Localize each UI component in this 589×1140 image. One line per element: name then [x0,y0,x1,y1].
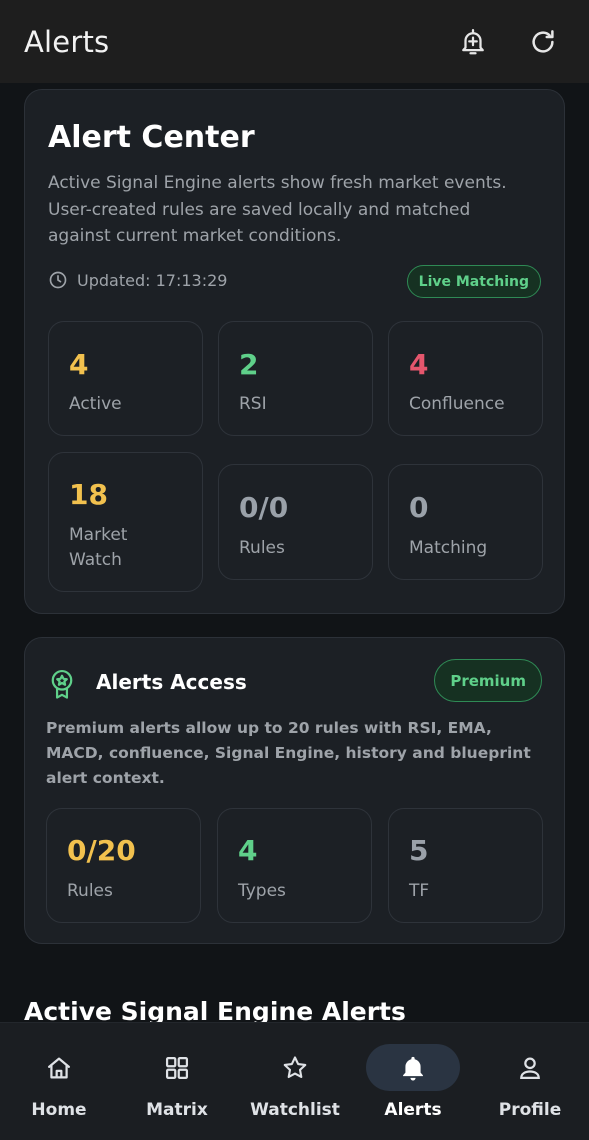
alert-center-description: Active Signal Engine alerts show fresh m… [48,173,507,246]
nav-profile[interactable]: Profile [471,1023,589,1140]
bell-icon [403,1056,423,1080]
nav-watchlist[interactable]: Watchlist [236,1023,354,1140]
stat-rules[interactable]: 0/0 Rules [218,464,373,580]
app-bar: Alerts [0,0,589,83]
updated-label: Updated: 17:13:29 [77,270,228,290]
award-icon [51,669,73,699]
bottom-nav: Home Matrix Watchlist Alerts Profile [0,1022,589,1140]
stat-value: 4 [69,348,89,381]
page-title: Alerts [24,24,110,59]
refresh-icon [532,29,554,53]
stat-value: 0 [409,491,429,524]
nav-home[interactable]: Home [0,1023,118,1140]
nav-matrix[interactable]: Matrix [118,1023,236,1140]
alerts-access-card: Alerts Access Premium Premium alerts all… [24,637,565,944]
nav-icon-container [366,1044,460,1091]
stat-label: Market Watch [69,525,128,570]
add-alert-icon [462,28,484,54]
alerts-access-description: Premium alerts allow up to 20 rules with… [46,719,531,787]
live-matching-badge: Live Matching [406,265,541,298]
stat-label: RSI [239,394,267,414]
stat-label: Confluence [409,394,505,414]
stat-label: Matching [409,538,488,558]
nav-icon-container [483,1044,577,1091]
stat-label: Rules [239,538,285,558]
stat-value: 2 [239,348,259,381]
person-icon [520,1057,540,1079]
stat-label: Types [238,881,286,901]
stat-timeframes[interactable]: 5 TF [388,808,543,923]
nav-label: Profile [498,1100,562,1120]
stat-types[interactable]: 4 Types [217,808,372,923]
alert-center-title: Alert Center [48,120,255,155]
stat-label: TF [409,881,430,901]
home-icon [47,1057,71,1078]
nav-icon-container [12,1044,106,1091]
updated-timestamp: Updated: 17:13:29 [48,270,227,290]
nav-label: Alerts [384,1100,442,1120]
add-alert-button[interactable] [451,20,495,64]
nav-alerts[interactable]: Alerts [354,1023,472,1140]
stat-label: Rules [67,881,113,901]
star-icon [283,1055,307,1078]
stat-value: 0/0 [239,491,289,524]
clock-icon [49,271,67,289]
refresh-button[interactable] [521,20,565,64]
stat-active[interactable]: 4 Active [48,321,203,436]
section-heading: Active Signal Engine Alerts [24,997,406,1022]
stat-confluence[interactable]: 4 Confluence [388,321,543,436]
stat-value: 18 [69,478,108,511]
nav-icon-container [130,1044,224,1091]
stat-value: 4 [238,834,258,867]
grid-icon [165,1056,189,1079]
stat-rsi[interactable]: 2 RSI [218,321,373,436]
alerts-access-title: Alerts Access [96,670,247,694]
stat-rules-limit[interactable]: 0/20 Rules [46,808,201,923]
nav-label: Matrix [146,1100,208,1120]
stat-value: 4 [409,348,429,381]
main-content[interactable]: Alert Center Active Signal Engine alerts… [0,83,589,1022]
stat-value: 5 [409,834,429,867]
nav-icon-container [248,1044,342,1091]
alert-center-card: Alert Center Active Signal Engine alerts… [24,89,565,614]
stat-label: Active [69,394,122,414]
nav-label: Home [31,1100,87,1120]
premium-badge[interactable]: Premium [434,659,542,702]
stat-value: 0/20 [67,834,136,867]
nav-label: Watchlist [250,1100,340,1120]
stat-market-watch[interactable]: 18 Market Watch [48,452,203,592]
stat-matching[interactable]: 0 Matching [388,464,543,580]
